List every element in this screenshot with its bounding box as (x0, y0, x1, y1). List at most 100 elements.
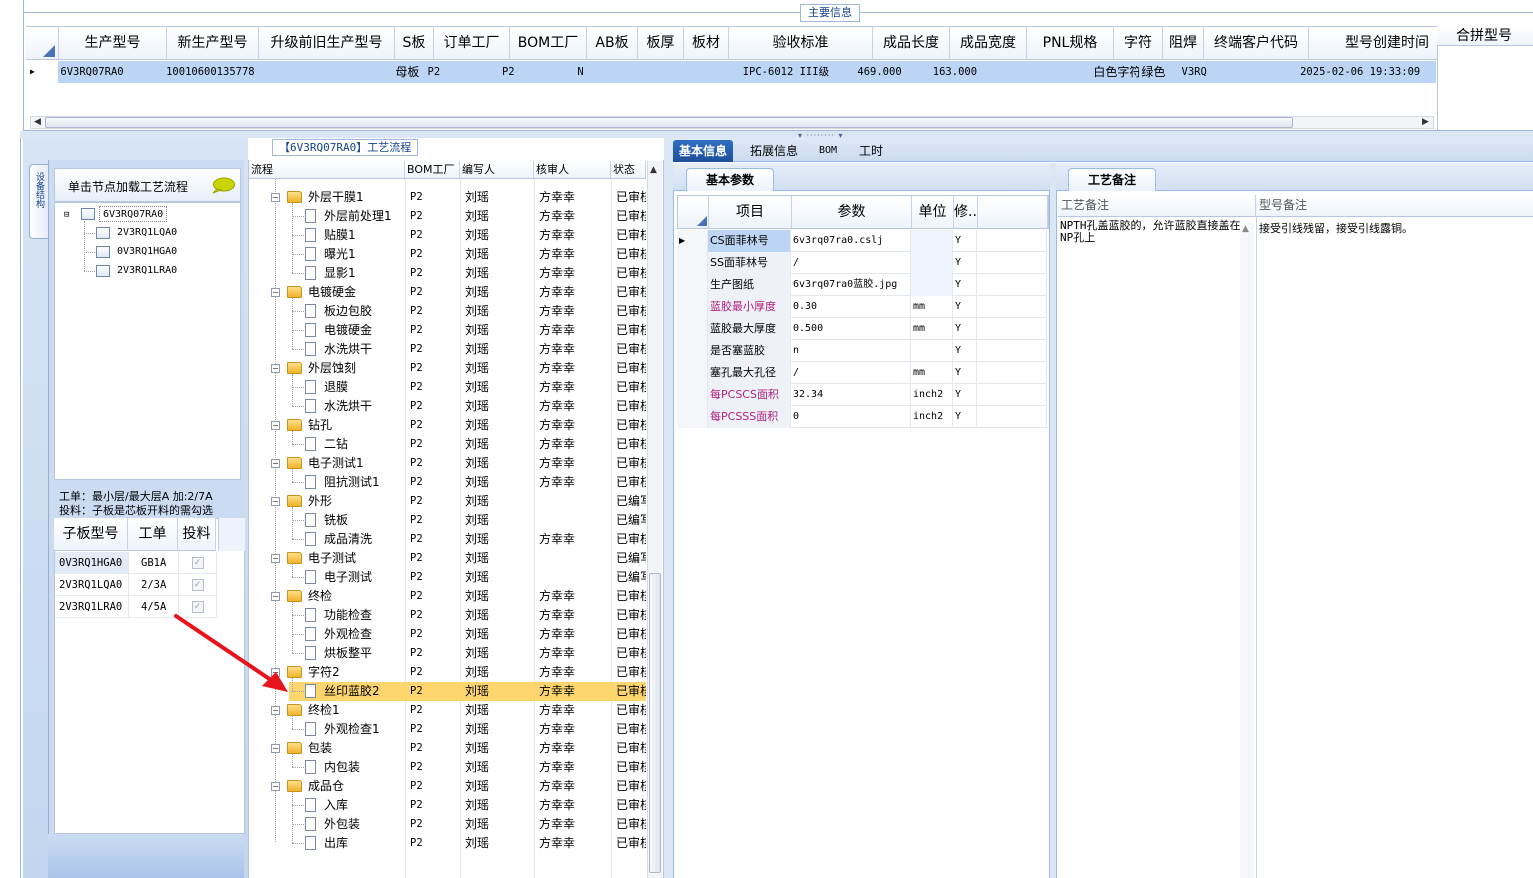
sub-col-header[interactable]: 工单 (128, 518, 178, 551)
collapse-icon[interactable]: − (271, 193, 280, 202)
param-row[interactable]: 塞孔最大孔径 / mm Y (677, 362, 1047, 384)
flow-step-row[interactable]: 铣板 P2 刘瑶 已编写 (249, 511, 646, 530)
main-cell[interactable]: 白色字符 (1091, 61, 1139, 83)
flow-step-row[interactable]: 外观检查1 P2 刘瑶 方幸幸 已审核 (249, 720, 646, 739)
collapse-icon[interactable]: − (271, 554, 280, 563)
flow-step-row[interactable]: 退膜 P2 刘瑶 方幸幸 已审核 (249, 378, 646, 397)
param-value[interactable]: 0.500 (791, 318, 911, 340)
main-cell[interactable]: N (575, 61, 625, 83)
flow-group-row[interactable]: − 外形 P2 刘瑶 已编写 (249, 492, 646, 511)
main-cell[interactable]: 母板 (387, 61, 425, 83)
param-row[interactable]: 每PCSCS面积 32.34 inch2 Y (677, 384, 1047, 406)
flow-step-row[interactable]: 入库 P2 刘瑶 方幸幸 已审核 (249, 796, 646, 815)
main-col-header[interactable]: 新生产型号 (167, 27, 259, 60)
flow-group-row[interactable]: − 终检 P2 刘瑶 方幸幸 已审核 (249, 587, 646, 606)
main-cell[interactable]: 2025-02-06 19:33:09 (1282, 61, 1436, 83)
main-col-header[interactable]: 字符 (1114, 27, 1163, 60)
sub-col-header[interactable]: 子板型号 (54, 518, 128, 551)
param-row[interactable]: 生产图纸 6v3rq07ra0蓝胶.jpg Y (677, 274, 1047, 296)
main-col-header[interactable]: 板材 (684, 27, 729, 60)
flow-group-row[interactable]: − 外层干膜1 P2 刘瑶 方幸幸 已审核 (249, 188, 646, 207)
flow-step-row[interactable]: 成品清洗 P2 刘瑶 方幸幸 已审核 (249, 530, 646, 549)
flow-group-row[interactable]: − 电子测试1 P2 刘瑶 方幸幸 已审核 (249, 454, 646, 473)
param-value[interactable]: / (791, 252, 911, 274)
merge-model-header[interactable]: 合拼型号 (1437, 26, 1533, 46)
tab-process-notes[interactable]: 工艺备注 (1068, 168, 1156, 191)
main-cell[interactable]: IPC-6012 III级 (714, 61, 855, 83)
flow-group-row[interactable]: − 钻孔 P2 刘瑶 方幸幸 已审核 (249, 416, 646, 435)
param-value[interactable]: 0.30 (791, 296, 911, 318)
flow-step-row[interactable]: 外层前处理1 P2 刘瑶 方幸幸 已审核 (249, 207, 646, 226)
flow-step-row[interactable]: 电子测试 P2 刘瑶 已编写 (249, 568, 646, 587)
main-col-header[interactable]: 验收标准 (729, 27, 873, 60)
main-col-header[interactable]: 成品长度 (873, 27, 950, 60)
param-row[interactable]: 每PCSSS面积 0 inch2 Y (677, 406, 1047, 428)
main-col-header[interactable]: BOM工厂 (510, 27, 587, 60)
flow-step-row[interactable]: 阻抗测试1 P2 刘瑶 方幸幸 已审核 (249, 473, 646, 492)
param-col-header[interactable]: 参数 (792, 196, 912, 228)
vertical-splitter[interactable] (664, 138, 673, 878)
main-cell[interactable]: P2 (426, 61, 500, 83)
main-cell[interactable]: 469.000 (855, 61, 930, 83)
param-value[interactable]: 6v3rq07ra0蓝胶.jpg (791, 274, 911, 296)
flow-step-row[interactable]: 出库 P2 刘瑶 方幸幸 已审核 (249, 834, 646, 853)
flow-step-row[interactable]: 贴膜1 P2 刘瑶 方幸幸 已审核 (249, 226, 646, 245)
tree-expand-icon[interactable]: ⊟ (64, 207, 69, 223)
tab-basic-info[interactable]: 基本信息 (673, 140, 734, 162)
feed-checkbox[interactable]: ✓ (191, 579, 204, 591)
tab-extended-info[interactable]: 拓展信息 (744, 140, 804, 162)
tree-root-node[interactable]: 6V3RQ07RA0 (99, 206, 168, 222)
flow-group-row[interactable]: − 字符2 P2 刘瑶 方幸幸 已审核 (249, 663, 646, 682)
collapse-icon[interactable]: − (271, 668, 280, 677)
main-col-header[interactable]: 升级前旧生产型号 (259, 27, 395, 60)
flow-step-row[interactable]: 功能检查 P2 刘瑶 方幸幸 已审核 (249, 606, 646, 625)
main-cell[interactable] (670, 61, 714, 83)
param-row[interactable]: SS面菲林号 / Y (677, 252, 1047, 274)
main-grid-row[interactable]: ▶ 6V3RQ07RA0 10010600135778 母板 P2 P2 N IPC-6012… (26, 61, 1436, 83)
main-cell[interactable]: P2 (500, 61, 575, 83)
collapse-icon[interactable]: − (271, 592, 280, 601)
flow-step-row[interactable]: 丝印蓝胶2 P2 刘瑶 方幸幸 已审核 (289, 682, 646, 701)
flow-step-row[interactable]: 电镀硬金 P2 刘瑶 方幸幸 已审核 (249, 321, 646, 340)
horizontal-splitter[interactable] (20, 131, 1533, 138)
scroll-right-icon[interactable]: ▶ (1422, 117, 1429, 127)
collapse-icon[interactable]: − (271, 459, 280, 468)
flow-group-row[interactable]: − 成品仓 P2 刘瑶 方幸幸 已审核 (249, 777, 646, 796)
flow-step-row[interactable]: 内包装 P2 刘瑶 方幸幸 已审核 (249, 758, 646, 777)
sub-board-row[interactable]: 0V3RQ1HGA0 GB1A ✓ (55, 552, 217, 574)
flow-group-row[interactable]: − 外层蚀刻 P2 刘瑶 方幸幸 已审核 (249, 359, 646, 378)
collapse-icon[interactable]: − (271, 288, 280, 297)
flow-step-row[interactable]: 显影1 P2 刘瑶 方幸幸 已审核 (249, 264, 646, 283)
main-cell[interactable] (1006, 61, 1091, 83)
main-col-header[interactable]: AB板 (587, 27, 638, 60)
flow-group-row[interactable]: − 电镀硬金 P2 刘瑶 方幸幸 已审核 (249, 283, 646, 302)
process-note-textarea[interactable]: NPTH孔盖蓝胶的，允许蓝胶直接盖在NP孔上 (1060, 220, 1242, 244)
collapse-icon[interactable]: − (271, 782, 280, 791)
main-col-header[interactable]: 阻焊 (1163, 27, 1204, 60)
sub-board-row[interactable]: 2V3RQ1LRA0 4/5A ✓ (55, 596, 217, 618)
main-col-header[interactable]: PNL规格 (1027, 27, 1114, 60)
main-cell[interactable]: 绿色 (1139, 61, 1179, 83)
main-cell[interactable] (254, 61, 387, 83)
collapse-icon[interactable]: − (271, 497, 280, 506)
tree-child-node[interactable]: 2V3RQ1LRA0 (117, 263, 177, 279)
main-cell[interactable]: 163.000 (931, 61, 1006, 83)
tab-basic-params[interactable]: 基本参数 (686, 168, 774, 191)
param-col-header[interactable]: 项目 (709, 196, 792, 228)
main-cell[interactable] (625, 61, 670, 83)
param-value[interactable]: 32.34 (791, 384, 911, 406)
tab-bom[interactable]: BOM (813, 140, 843, 162)
flow-step-row[interactable]: 板边包胶 P2 刘瑶 方幸幸 已审核 (249, 302, 646, 321)
param-value[interactable]: 6v3rq07ra0.cslj (791, 230, 911, 252)
flow-step-row[interactable]: 曝光1 P2 刘瑶 方幸幸 已审核 (249, 245, 646, 264)
flow-step-row[interactable]: 二钻 P2 刘瑶 方幸幸 已审核 (249, 435, 646, 454)
collapse-icon[interactable]: − (271, 364, 280, 373)
flow-step-row[interactable]: 水洗烘干 P2 刘瑶 方幸幸 已审核 (249, 397, 646, 416)
main-cell[interactable]: 10010600135778 (164, 61, 254, 83)
note-scroll-up-icon[interactable]: ▲ (1242, 224, 1249, 234)
collapse-icon[interactable]: − (271, 706, 280, 715)
main-col-header[interactable]: 订单工厂 (434, 27, 510, 60)
main-col-header[interactable]: 成品宽度 (950, 27, 1027, 60)
flow-step-row[interactable]: 烘板整平 P2 刘瑶 方幸幸 已审核 (249, 644, 646, 663)
param-col-header[interactable]: 单位 (912, 196, 954, 228)
